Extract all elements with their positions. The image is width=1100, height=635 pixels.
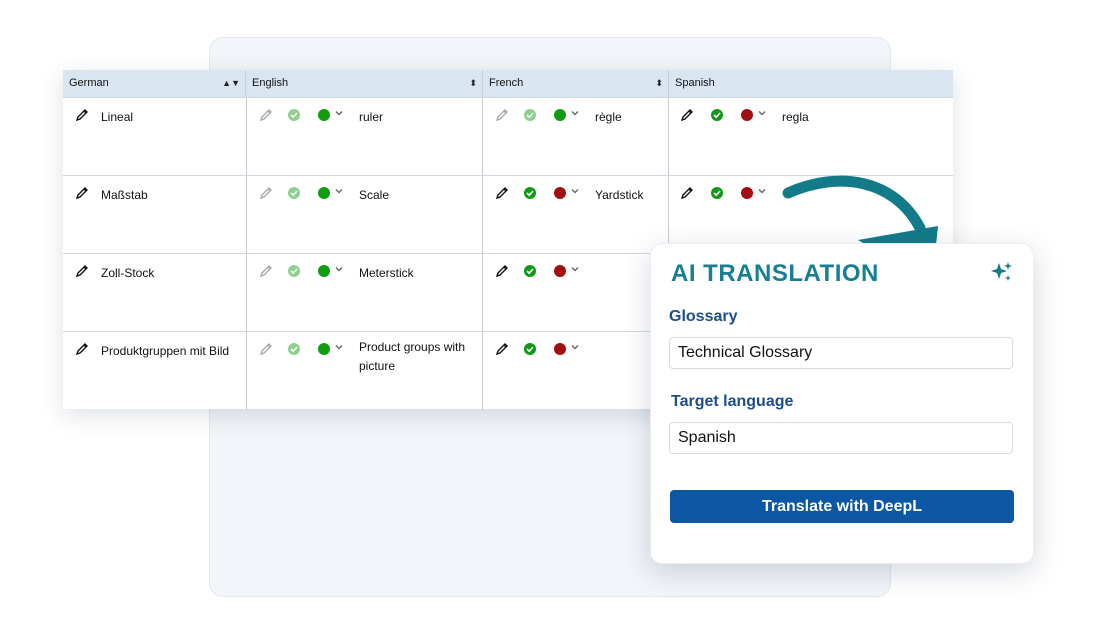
sort-icon[interactable]: ⬍ — [469, 70, 477, 97]
status-dot-icon[interactable] — [318, 265, 330, 277]
column-header-label: French — [489, 77, 524, 89]
chevron-down-icon[interactable] — [334, 186, 344, 196]
cell-english: Meterstick — [247, 254, 483, 332]
pencil-icon[interactable] — [75, 186, 89, 200]
status-dot-icon[interactable] — [318, 187, 330, 199]
chevron-down-icon[interactable] — [757, 108, 767, 118]
glossary-field[interactable]: Technical Glossary — [669, 337, 1013, 369]
column-header-label: English — [252, 77, 289, 89]
column-header-french[interactable]: French ⬍ — [483, 70, 669, 97]
chevron-down-icon[interactable] — [570, 186, 580, 196]
cell-english: Scale — [247, 176, 483, 254]
check-circle-icon[interactable] — [288, 265, 300, 277]
status-dot-icon[interactable] — [554, 109, 566, 121]
pencil-icon[interactable] — [680, 108, 694, 122]
check-circle-icon[interactable] — [524, 343, 536, 355]
status-dot-icon[interactable] — [318, 109, 330, 121]
term-text: Lineal — [101, 110, 134, 124]
target-language-field[interactable]: Spanish — [669, 422, 1013, 454]
pencil-icon[interactable] — [75, 108, 89, 122]
cell-french — [483, 332, 669, 410]
term-text: regla — [782, 110, 809, 124]
target-language-label: Target language — [671, 393, 794, 410]
cell-english: Product groups with picture — [247, 332, 483, 410]
chevron-down-icon[interactable] — [570, 342, 580, 352]
term-text: Yardstick — [595, 188, 644, 202]
column-header-german[interactable]: German ▲▼ — [63, 70, 246, 97]
pencil-icon[interactable] — [75, 264, 89, 278]
check-circle-icon[interactable] — [711, 109, 723, 121]
cell-german: Zoll-Stock — [63, 254, 247, 332]
cell-english: ruler — [247, 98, 483, 176]
pencil-icon[interactable] — [75, 342, 89, 356]
column-header-english[interactable]: English ⬍ — [246, 70, 483, 97]
term-text: Meterstick — [359, 266, 414, 280]
pencil-icon[interactable] — [259, 264, 273, 278]
term-text: Scale — [359, 188, 390, 202]
ai-translation-panel: AI TRANSLATION Glossary Technical Glossa… — [650, 243, 1034, 564]
pencil-icon[interactable] — [495, 264, 509, 278]
check-circle-icon[interactable] — [524, 265, 536, 277]
chevron-down-icon[interactable] — [334, 264, 344, 274]
status-dot-icon[interactable] — [741, 109, 753, 121]
status-dot-icon[interactable] — [741, 187, 753, 199]
pencil-icon[interactable] — [680, 186, 694, 200]
pencil-icon[interactable] — [495, 186, 509, 200]
column-header-label: Spanish — [675, 77, 715, 89]
status-dot-icon[interactable] — [318, 343, 330, 355]
chevron-down-icon[interactable] — [334, 342, 344, 352]
table-row: Lineal ruler règle regla — [63, 97, 953, 176]
cell-spanish: regla — [669, 98, 953, 176]
column-header-label: German — [69, 77, 109, 89]
chevron-down-icon[interactable] — [570, 108, 580, 118]
status-dot-icon[interactable] — [554, 187, 566, 199]
cell-german: Maßstab — [63, 176, 247, 254]
check-circle-icon[interactable] — [288, 187, 300, 199]
cell-french — [483, 254, 669, 332]
sort-icon[interactable]: ▲▼ — [222, 70, 240, 97]
pencil-icon[interactable] — [259, 186, 273, 200]
cell-german: Produktgruppen mit Bild — [63, 332, 247, 410]
status-dot-icon[interactable] — [554, 343, 566, 355]
glossary-label: Glossary — [669, 308, 738, 325]
cell-french: Yardstick — [483, 176, 669, 254]
term-text: Produktgruppen mit Bild — [101, 344, 230, 358]
pencil-icon[interactable] — [495, 342, 509, 356]
chevron-down-icon[interactable] — [757, 186, 767, 196]
term-text: règle — [595, 110, 622, 124]
chevron-down-icon[interactable] — [334, 108, 344, 118]
term-text: Maßstab — [101, 188, 148, 202]
status-dot-icon[interactable] — [554, 265, 566, 277]
sort-icon[interactable]: ⬍ — [655, 70, 663, 97]
chevron-down-icon[interactable] — [570, 264, 580, 274]
term-text: Zoll-Stock — [101, 266, 155, 280]
check-circle-icon[interactable] — [711, 187, 723, 199]
term-text: Product groups with picture — [359, 340, 466, 373]
cell-french: règle — [483, 98, 669, 176]
check-circle-icon[interactable] — [288, 109, 300, 121]
check-circle-icon[interactable] — [524, 109, 536, 121]
cell-german: Lineal — [63, 98, 247, 176]
check-circle-icon[interactable] — [524, 187, 536, 199]
panel-title: AI TRANSLATION — [671, 260, 879, 287]
term-text: ruler — [359, 110, 384, 124]
check-circle-icon[interactable] — [288, 343, 300, 355]
pencil-icon[interactable] — [259, 108, 273, 122]
column-header-spanish[interactable]: Spanish — [669, 70, 953, 97]
sparkle-icon — [989, 260, 1013, 284]
pencil-icon[interactable] — [495, 108, 509, 122]
translate-with-deepl-button[interactable]: Translate with DeepL — [670, 490, 1014, 523]
pencil-icon[interactable] — [259, 342, 273, 356]
